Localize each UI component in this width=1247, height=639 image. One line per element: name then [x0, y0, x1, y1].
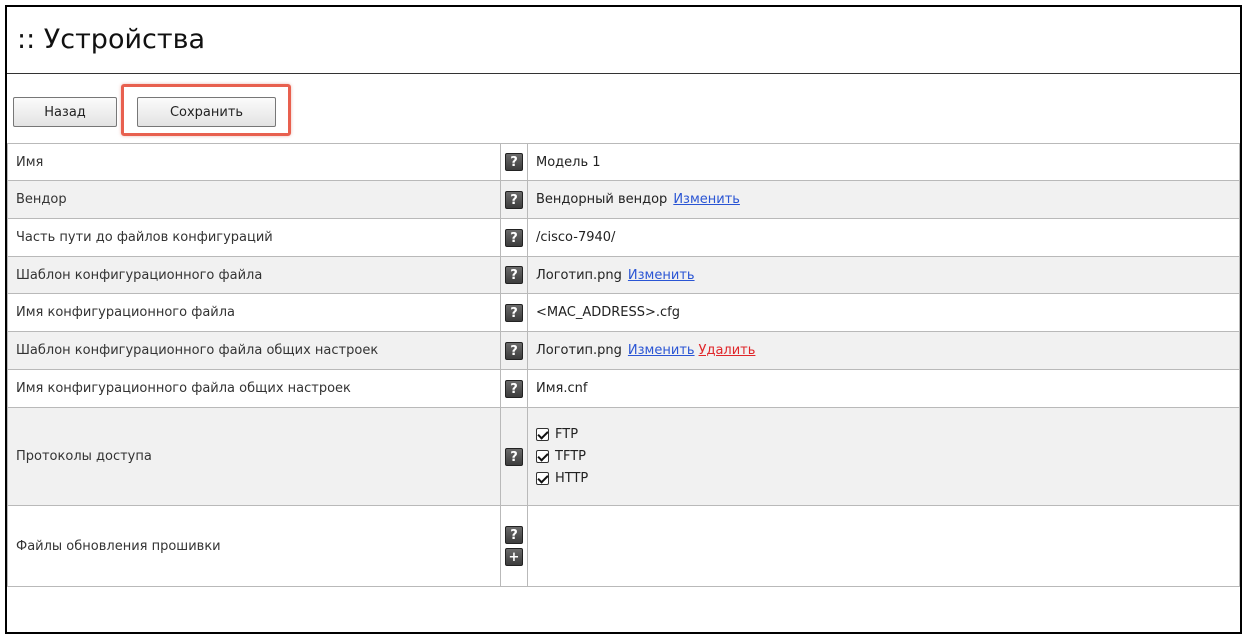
protocol-tftp[interactable]: TFTP: [536, 446, 1231, 468]
protocols-label: Протоколы доступа: [7, 407, 501, 506]
help-icon[interactable]: ?: [505, 447, 523, 466]
common-name-value: Имя.cnf: [527, 369, 1240, 408]
back-button[interactable]: Назад: [13, 97, 117, 127]
vendor-label: Вендор: [7, 180, 501, 219]
config-name-value: <MAC_ADDRESS>.cfg: [527, 293, 1240, 332]
table-row: Имя конфигурационного файла ? <MAC_ADDRE…: [7, 293, 1240, 332]
help-icon[interactable]: ?: [505, 153, 523, 171]
table-row: Часть пути до файлов конфигураций ? /cis…: [7, 218, 1240, 257]
vendor-change-link[interactable]: Изменить: [673, 192, 740, 207]
config-name-label: Имя конфигурационного файла: [7, 293, 501, 332]
help-icon[interactable]: ?: [505, 190, 523, 209]
name-value: Модель 1: [527, 143, 1240, 181]
tftp-checkbox[interactable]: [536, 450, 549, 463]
name-label: Имя: [7, 143, 501, 181]
config-template-value: Логотип.png: [536, 267, 622, 283]
ftp-checkbox[interactable]: [536, 428, 549, 441]
add-file-icon[interactable]: +: [505, 548, 523, 566]
help-icon[interactable]: ?: [505, 266, 523, 284]
table-row: Шаблон конфигурационного файла ? Логотип…: [7, 256, 1240, 294]
help-icon[interactable]: ?: [505, 341, 523, 360]
tftp-label: TFTP: [555, 449, 586, 464]
save-button[interactable]: Сохранить: [137, 97, 276, 127]
table-row: Имя ? Модель 1: [7, 143, 1240, 181]
common-name-label: Имя конфигурационного файла общих настро…: [7, 369, 501, 408]
table-row: Вендор ? Вендорный вендор Изменить: [7, 180, 1240, 219]
http-checkbox[interactable]: [536, 472, 549, 485]
table-row: Файлы обновления прошивки ? +: [7, 505, 1240, 587]
common-template-change-link[interactable]: Изменить: [628, 343, 695, 358]
ftp-label: FTP: [555, 427, 579, 442]
firmware-label: Файлы обновления прошивки: [7, 505, 501, 587]
config-path-value: /cisco-7940/: [527, 218, 1240, 257]
devices-panel: :: Устройства Назад Сохранить Имя ? Моде…: [5, 5, 1242, 634]
vendor-value: Вендорный вендор: [536, 192, 668, 207]
table-row: Имя конфигурационного файла общих настро…: [7, 369, 1240, 408]
device-form-table: Имя ? Модель 1 Вендор ? Вендорный вендор…: [7, 143, 1240, 587]
common-template-value: Логотип.png: [536, 343, 622, 358]
help-icon[interactable]: ?: [505, 379, 523, 398]
protocol-http[interactable]: HTTP: [536, 468, 1231, 490]
table-row: Протоколы доступа ? FTP TFTP HTTP: [7, 407, 1240, 506]
config-template-label: Шаблон конфигурационного файла: [7, 256, 501, 294]
protocol-ftp[interactable]: FTP: [536, 424, 1231, 446]
common-template-delete-link[interactable]: Удалить: [699, 343, 756, 358]
common-template-label: Шаблон конфигурационного файла общих нас…: [7, 331, 501, 370]
table-row: Шаблон конфигурационного файла общих нас…: [7, 331, 1240, 370]
protocols-checkbox-group: FTP TFTP HTTP: [527, 407, 1240, 506]
help-icon[interactable]: ?: [505, 526, 523, 544]
help-icon[interactable]: ?: [505, 303, 523, 322]
help-icon[interactable]: ?: [505, 228, 523, 247]
firmware-value: [527, 505, 1240, 587]
toolbar: Назад Сохранить: [7, 73, 1240, 143]
config-path-label: Часть пути до файлов конфигураций: [7, 218, 501, 257]
config-template-change-link[interactable]: Изменить: [628, 268, 695, 283]
page-title: :: Устройства: [7, 7, 1240, 74]
http-label: HTTP: [555, 471, 589, 486]
